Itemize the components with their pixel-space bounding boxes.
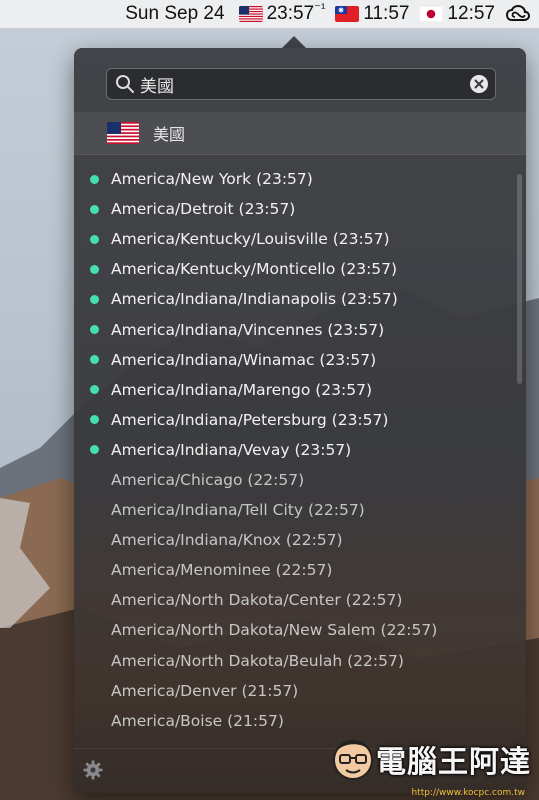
timezone-item[interactable]: America/Detroit (23:57) [74, 194, 526, 224]
dot-spacer [90, 506, 99, 515]
timezone-label: America/Indiana/Tell City (22:57) [111, 501, 365, 520]
timezone-item[interactable]: America/North Dakota/New Salem (22:57) [74, 615, 526, 645]
timezone-label: America/North Dakota/Beulah (22:57) [111, 651, 404, 670]
timezone-label: America/North Dakota/New Salem (22:57) [111, 621, 438, 640]
active-dot-icon [90, 385, 99, 395]
timezone-label: America/Kentucky/Monticello (23:57) [111, 260, 398, 279]
timezone-item[interactable]: America/Chicago (22:57) [74, 465, 526, 495]
search-field[interactable]: 美國 [106, 68, 496, 100]
timezone-label: America/Menominee (22:57) [111, 561, 333, 580]
jp-flag-icon [419, 6, 444, 22]
watermark-url: http://www.kocpc.com.tw [411, 788, 525, 798]
active-dot-icon [90, 294, 99, 304]
timezone-popover: 美國 美國 America/New York (23:57) America/De… [74, 48, 526, 793]
timezone-label: America/Indiana/Vevay (23:57) [111, 440, 352, 459]
active-dot-icon [90, 234, 99, 244]
timezone-label: America/Boise (21:57) [111, 711, 284, 730]
menubar-clock-us-time: 23:57 [266, 3, 315, 24]
active-dot-icon [90, 264, 99, 274]
clear-icon[interactable] [469, 74, 489, 94]
timezone-item[interactable]: America/New York (23:57) [74, 164, 526, 194]
active-dot-icon [90, 415, 99, 425]
timezone-item[interactable]: America/Indiana/Tell City (22:57) [74, 495, 526, 525]
watermark-logo: 電腦王阿達 [330, 736, 531, 782]
timezone-item[interactable]: America/Indiana/Knox (22:57) [74, 525, 526, 555]
menubar-clock-jp-time: 12:57 [447, 3, 495, 24]
us-flag-icon [107, 122, 139, 144]
menubar-clock-tw[interactable]: 11:57 [335, 3, 409, 25]
search-icon [116, 75, 134, 93]
timezone-item[interactable]: America/North Dakota/Center (22:57) [74, 585, 526, 615]
active-dot-icon [90, 204, 99, 214]
timezone-item[interactable]: America/Indiana/Petersburg (23:57) [74, 405, 526, 435]
scrollbar[interactable] [517, 174, 522, 384]
active-dot-icon [90, 355, 99, 365]
timezone-item[interactable]: America/Menominee (22:57) [74, 555, 526, 585]
dot-spacer [90, 475, 99, 484]
timezone-label: America/Indiana/Winamac (23:57) [111, 350, 377, 369]
timezone-item[interactable]: America/Kentucky/Monticello (23:57) [74, 254, 526, 284]
dot-spacer [90, 686, 99, 695]
watermark-text: 電腦王阿達 [376, 745, 531, 780]
timezone-item[interactable]: America/Indiana/Vevay (23:57) [74, 435, 526, 465]
timezone-item[interactable]: America/Indiana/Marengo (23:57) [74, 375, 526, 405]
mascot-face-icon [333, 740, 373, 780]
timezone-label: America/Indiana/Marengo (23:57) [111, 380, 373, 399]
creative-cloud-icon[interactable] [505, 4, 531, 24]
timezone-item[interactable]: America/Denver (21:57) [74, 676, 526, 706]
menubar-clock-jp[interactable]: 12:57 [419, 3, 495, 25]
timezone-label: America/Indiana/Petersburg (23:57) [111, 410, 389, 429]
tw-flag-icon [335, 6, 360, 22]
timezone-item[interactable]: America/Boise (21:57) [74, 706, 526, 736]
timezone-label: America/Indiana/Vincennes (23:57) [111, 320, 385, 339]
menubar-date[interactable]: Sun Sep 24 [125, 3, 224, 25]
dot-spacer [90, 656, 99, 665]
dot-spacer [90, 596, 99, 605]
country-label: 美國 [153, 125, 186, 144]
menubar-clock-tw-time: 11:57 [363, 3, 410, 24]
timezone-label: America/Indiana/Indianapolis (23:57) [111, 290, 398, 309]
timezone-label: America/New York (23:57) [111, 170, 313, 189]
timezone-item[interactable]: America/North Dakota/Beulah (22:57) [74, 646, 526, 676]
timezone-label: America/Denver (21:57) [111, 681, 299, 700]
dot-spacer [90, 566, 99, 575]
country-result-row[interactable]: 美國 [74, 112, 526, 155]
gear-icon[interactable] [82, 759, 104, 781]
active-dot-icon [90, 445, 99, 455]
active-dot-icon [90, 325, 99, 335]
timezone-label: America/Indiana/Knox (22:57) [111, 531, 343, 550]
dot-spacer [90, 626, 99, 635]
menu-bar: Sun Sep 24 23:57 ⁻¹ 11:57 12:57 [0, 0, 539, 29]
dot-spacer [90, 716, 99, 725]
menubar-clock-us-offset: ⁻¹ [314, 0, 326, 15]
timezone-item[interactable]: America/Kentucky/Louisville (23:57) [74, 224, 526, 254]
popover-arrow [282, 36, 306, 48]
timezone-label: America/North Dakota/Center (22:57) [111, 591, 403, 610]
timezone-item[interactable]: America/Indiana/Indianapolis (23:57) [74, 284, 526, 314]
active-dot-icon [90, 174, 99, 184]
timezone-list: America/New York (23:57) America/Detroit … [74, 164, 526, 736]
menubar-clock-us[interactable]: 23:57 ⁻¹ [238, 0, 326, 25]
timezone-item[interactable]: America/Indiana/Winamac (23:57) [74, 345, 526, 375]
dot-spacer [90, 536, 99, 545]
us-flag-icon [238, 6, 263, 22]
timezone-item[interactable]: America/Indiana/Vincennes (23:57) [74, 314, 526, 344]
search-input[interactable]: 美國 [140, 72, 469, 97]
timezone-label: America/Detroit (23:57) [111, 200, 296, 219]
timezone-label: America/Kentucky/Louisville (23:57) [111, 230, 390, 249]
timezone-label: America/Chicago (22:57) [111, 470, 305, 489]
